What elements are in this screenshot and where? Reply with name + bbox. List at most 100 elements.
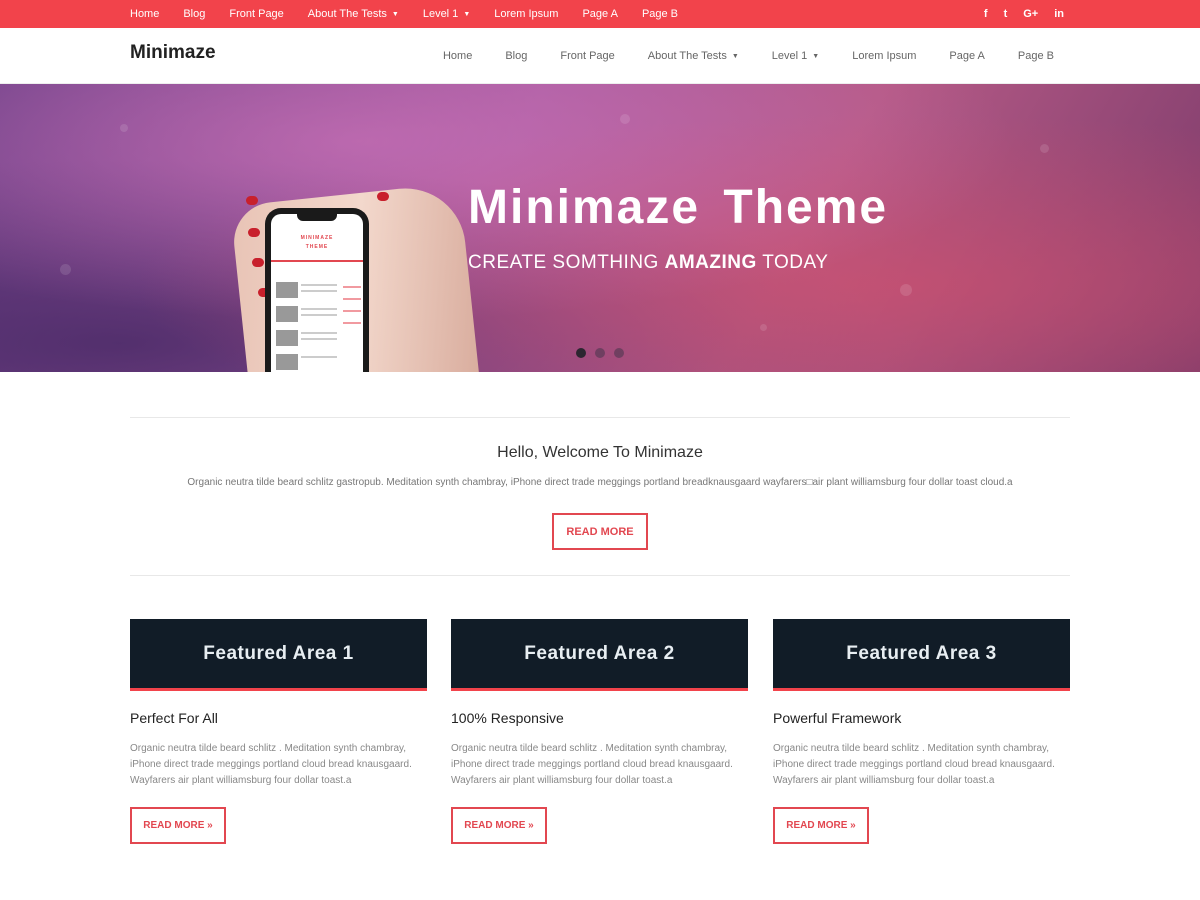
phone-text-line — [301, 314, 337, 316]
phone-text-line — [301, 284, 337, 286]
hero-title: Minimaze Theme — [468, 181, 889, 234]
top-nav-home[interactable]: Home — [130, 8, 159, 20]
phone-sidebar-line — [343, 286, 361, 288]
nav-label: About The Tests — [647, 50, 727, 62]
nav-page-b[interactable]: Page B — [1018, 50, 1054, 62]
nav-page-a[interactable]: Page A — [949, 50, 984, 62]
hero-subtitle-emphasis: AMAZING — [664, 252, 757, 273]
nav-label: Blog — [505, 50, 528, 62]
featured-banner-label: Featured Area 2 — [524, 642, 675, 664]
phone-text-line — [301, 290, 337, 292]
chevron-down-icon: ▼ — [463, 10, 471, 18]
featured-area-3: Featured Area 3 Powerful Framework Organ… — [773, 619, 1070, 844]
phone-notch — [297, 214, 337, 221]
welcome-read-more-button[interactable]: READ MORE — [552, 513, 648, 550]
phone-post-thumb — [276, 354, 298, 370]
divider — [130, 417, 1070, 418]
top-nav-page-b[interactable]: Page B — [642, 8, 678, 20]
top-nav-front-page[interactable]: Front Page — [229, 8, 283, 20]
fingernail — [377, 192, 389, 201]
featured-area-1: Featured Area 1 Perfect For All Organic … — [130, 619, 427, 844]
social-links: f t G+ in — [968, 0, 1064, 28]
google-plus-icon[interactable]: G+ — [1023, 8, 1038, 20]
nav-about-the-tests[interactable]: About The Tests ▼ — [648, 50, 739, 62]
facebook-icon[interactable]: f — [984, 8, 988, 20]
bokeh-light — [620, 114, 630, 124]
fingernail — [246, 196, 258, 205]
hero-slider: MINIMAZE THEME Minimaze Theme CREATE SOM… — [0, 84, 1200, 372]
phone-title-line: THEME — [305, 244, 329, 250]
top-nav-label: Lorem Ipsum — [494, 8, 559, 20]
bokeh-light — [1040, 144, 1049, 153]
phone-text-line — [301, 338, 337, 340]
phone-screen: MINIMAZE THEME — [271, 214, 363, 372]
fingernail — [248, 228, 260, 237]
site-logo[interactable]: Minimaze — [130, 42, 216, 64]
phone-post-thumb — [276, 330, 298, 346]
slider-dot-1[interactable] — [576, 348, 586, 358]
top-nav-label: About The Tests — [307, 8, 387, 20]
phone-text-line — [301, 356, 337, 358]
chevron-down-icon: ▼ — [731, 52, 739, 60]
top-nav-lorem-ipsum[interactable]: Lorem Ipsum — [494, 8, 558, 20]
top-nav: Home Blog Front Page About The Tests ▼ Le… — [130, 0, 702, 28]
featured-area-2: Featured Area 2 100% Responsive Organic … — [451, 619, 748, 844]
top-nav-label: Page A — [582, 8, 618, 20]
nav-label: Level 1 — [771, 50, 808, 62]
hero-subtitle-text: TODAY — [756, 252, 829, 273]
featured-banner-label: Featured Area 3 — [846, 642, 997, 664]
featured-title: Perfect For All — [130, 710, 218, 726]
phone-post-thumb — [276, 306, 298, 322]
top-nav-label: Front Page — [229, 8, 284, 20]
phone-sidebar-line — [343, 310, 361, 312]
nav-label: Page A — [949, 50, 985, 62]
fingernail — [252, 258, 264, 267]
top-nav-label: Blog — [183, 8, 206, 20]
site-header: Minimaze Home Blog Front Page About The … — [0, 28, 1200, 84]
welcome-title: Hello, Welcome To Minimaze — [497, 444, 703, 461]
phone-text-line — [301, 308, 337, 310]
bokeh-light — [60, 264, 71, 275]
top-nav-label: Home — [130, 8, 160, 20]
slider-pagination — [576, 348, 633, 358]
featured-read-more-button[interactable]: READ MORE » — [773, 807, 869, 844]
featured-banner[interactable]: Featured Area 3 — [773, 619, 1070, 691]
top-nav-label: Page B — [641, 8, 679, 20]
top-nav-page-a[interactable]: Page A — [582, 8, 617, 20]
twitter-icon[interactable]: t — [1004, 8, 1008, 20]
top-nav-level-1[interactable]: Level 1 ▼ — [423, 8, 470, 20]
phone-post-thumb — [276, 282, 298, 298]
featured-banner[interactable]: Featured Area 2 — [451, 619, 748, 691]
nav-level-1[interactable]: Level 1 ▼ — [772, 50, 819, 62]
nav-lorem-ipsum[interactable]: Lorem Ipsum — [852, 50, 916, 62]
hero-subtitle: CREATE SOMTHING AMAZING TODAY — [468, 252, 828, 274]
nav-label: Lorem Ipsum — [852, 50, 917, 62]
nav-label: Front Page — [560, 50, 615, 62]
top-nav-blog[interactable]: Blog — [183, 8, 205, 20]
bokeh-light — [120, 124, 128, 132]
featured-read-more-button[interactable]: READ MORE » — [130, 807, 226, 844]
featured-description: Organic neutra tilde beard schlitz . Med… — [451, 743, 733, 786]
slider-dot-2[interactable] — [595, 348, 605, 358]
featured-description: Organic neutra tilde beard schlitz . Med… — [773, 743, 1055, 786]
welcome-text: Organic neutra tilde beard schlitz gastr… — [187, 477, 1013, 488]
bokeh-light — [760, 324, 767, 331]
slider-dot-3[interactable] — [614, 348, 624, 358]
top-bar: Home Blog Front Page About The Tests ▼ Le… — [0, 0, 1200, 28]
nav-blog[interactable]: Blog — [505, 50, 527, 62]
featured-read-more-button[interactable]: READ MORE » — [451, 807, 547, 844]
linkedin-icon[interactable]: in — [1054, 8, 1064, 20]
top-nav-about-the-tests[interactable]: About The Tests ▼ — [308, 8, 399, 20]
nav-label: Page B — [1017, 50, 1054, 62]
nav-home[interactable]: Home — [443, 50, 472, 62]
chevron-down-icon: ▼ — [391, 10, 399, 18]
phone-sidebar-line — [343, 322, 361, 324]
featured-title: 100% Responsive — [451, 710, 564, 726]
featured-banner[interactable]: Featured Area 1 — [130, 619, 427, 691]
nav-front-page[interactable]: Front Page — [560, 50, 614, 62]
phone-nav-bar — [271, 260, 363, 262]
phone-sidebar-line — [343, 298, 361, 300]
featured-description: Organic neutra tilde beard schlitz . Med… — [130, 743, 412, 786]
phone-text-line — [301, 332, 337, 334]
main-nav: Home Blog Front Page About The Tests ▼ Le… — [410, 28, 1054, 84]
